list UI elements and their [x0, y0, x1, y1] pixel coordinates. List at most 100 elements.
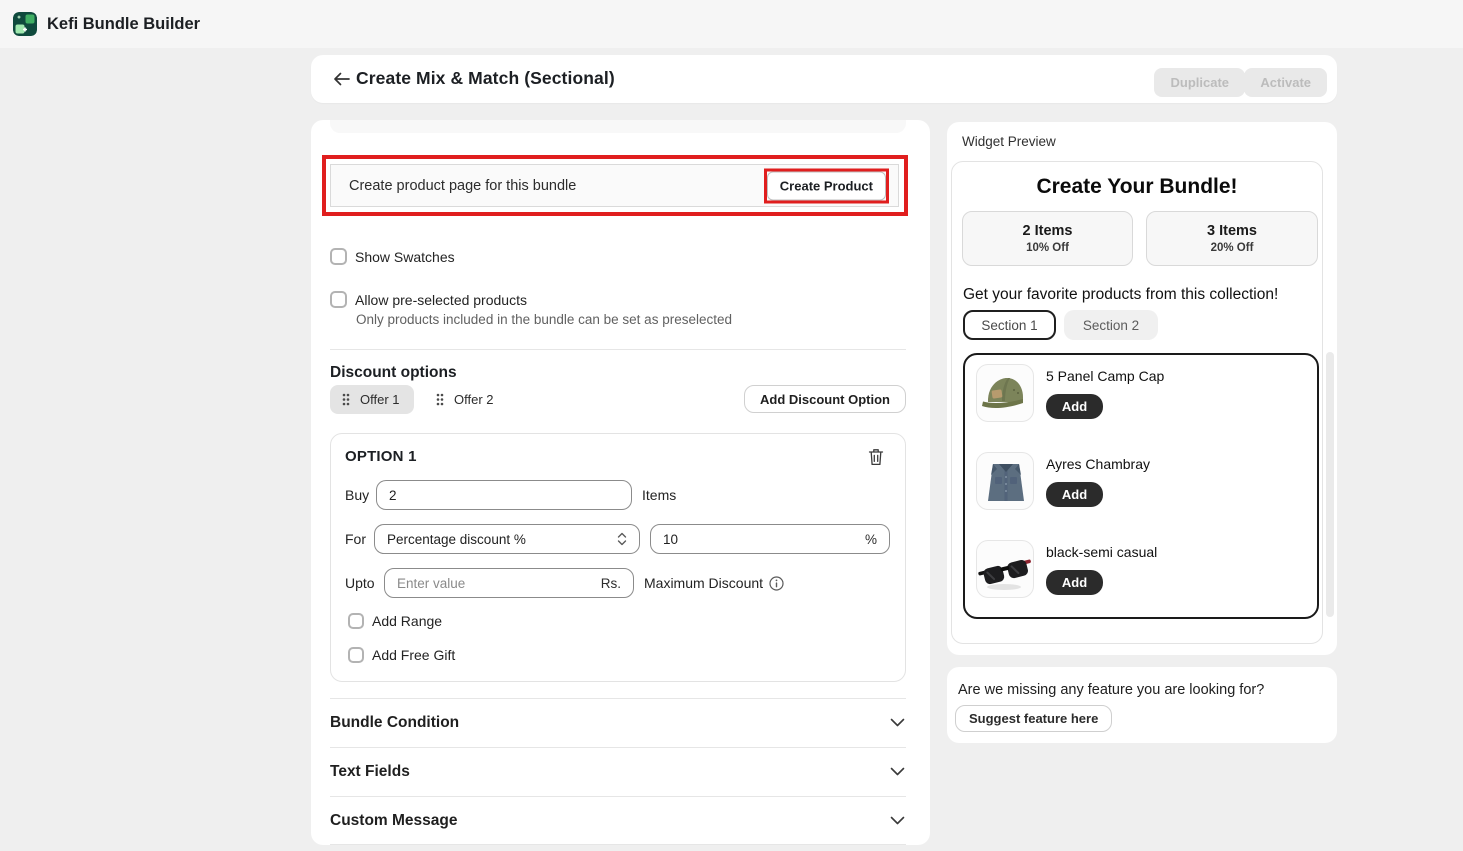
- discount-value-input[interactable]: [663, 532, 857, 547]
- option-1-title: OPTION 1: [345, 448, 417, 465]
- tier-2-discount: 10% Off: [1026, 242, 1069, 254]
- custom-message-label: Custom Message: [330, 812, 457, 830]
- add-discount-option-button[interactable]: Add Discount Option: [744, 385, 906, 413]
- maximum-discount-hint: Maximum Discount: [644, 575, 784, 591]
- back-button[interactable]: [328, 67, 354, 91]
- upto-label: Upto: [345, 575, 375, 591]
- trash-icon: [868, 448, 884, 466]
- show-swatches-label: Show Swatches: [355, 249, 455, 265]
- product-list: 5 Panel Camp Cap Add: [963, 353, 1319, 619]
- collection-subtitle: Get your favorite products from this col…: [963, 286, 1278, 304]
- suggest-feature-button[interactable]: Suggest feature here: [955, 705, 1112, 732]
- product-row-cap: 5 Panel Camp Cap Add: [965, 355, 1317, 443]
- product-row-chambray: Ayres Chambray Add: [965, 443, 1317, 531]
- product-name: black-semi casual: [1046, 544, 1157, 560]
- preview-scrollbar[interactable]: [1326, 352, 1334, 617]
- tier-2-items[interactable]: 2 Items 10% Off: [962, 211, 1133, 266]
- show-swatches-row: Show Swatches: [330, 248, 455, 265]
- add-free-gift-label: Add Free Gift: [372, 647, 455, 663]
- tier-3-items[interactable]: 3 Items 20% Off: [1146, 211, 1318, 266]
- bundle-condition-label: Bundle Condition: [330, 714, 459, 732]
- drag-handle-icon: [436, 393, 444, 406]
- currency-suffix: Rs.: [601, 576, 621, 591]
- arrow-left-icon: [333, 72, 350, 86]
- offer-2-label: Offer 2: [454, 392, 494, 407]
- discount-options-heading: Discount options: [330, 364, 457, 382]
- product-image-cap: [976, 364, 1034, 422]
- for-label: For: [345, 531, 366, 547]
- section-2-label: Section 2: [1083, 318, 1139, 333]
- offer-1-tab[interactable]: Offer 1: [330, 385, 414, 414]
- custom-message-accordion[interactable]: Custom Message: [311, 796, 930, 845]
- section-1-tab[interactable]: Section 1: [963, 310, 1056, 340]
- option-1-card: OPTION 1 Buy Items For Percentage discou…: [330, 433, 906, 682]
- scrolled-section-remnant: [330, 120, 906, 133]
- divider: [330, 844, 906, 845]
- widget-preview-frame: Create Your Bundle! 2 Items 10% Off 3 It…: [951, 161, 1323, 644]
- up-down-chevrons-icon: [617, 532, 627, 546]
- chevron-down-icon: [890, 767, 905, 776]
- tier-3-discount: 20% Off: [1211, 242, 1254, 254]
- max-discount-field: Rs.: [384, 568, 634, 598]
- create-product-banner-label: Create product page for this bundle: [349, 178, 576, 194]
- discount-type-select[interactable]: Percentage discount %: [374, 524, 640, 554]
- add-free-gift-row: Add Free Gift: [348, 647, 455, 663]
- add-free-gift-checkbox[interactable]: [348, 647, 364, 663]
- bundle-condition-accordion[interactable]: Bundle Condition: [311, 698, 930, 747]
- tier-2-title: 2 Items: [1023, 223, 1073, 239]
- buy-label: Buy: [345, 487, 369, 503]
- add-range-checkbox[interactable]: [348, 613, 364, 629]
- show-swatches-checkbox[interactable]: [330, 248, 347, 265]
- add-product-button[interactable]: Add: [1046, 394, 1103, 419]
- add-range-row: Add Range: [348, 613, 442, 629]
- percent-suffix: %: [865, 532, 877, 547]
- offer-1-label: Offer 1: [360, 392, 400, 407]
- top-bar: Kefi Bundle Builder: [0, 0, 1463, 48]
- create-product-banner: Create product page for this bundle Crea…: [330, 164, 899, 207]
- activate-button[interactable]: Activate: [1244, 68, 1327, 97]
- allow-preselected-help: Only products included in the bundle can…: [356, 312, 732, 327]
- app-logo-icon: [13, 12, 37, 36]
- bundle-settings-card: Create product page for this bundle Crea…: [311, 120, 930, 845]
- discount-value-field: %: [650, 524, 890, 554]
- create-product-button[interactable]: Create Product: [767, 171, 886, 200]
- create-product-annotation: Create product page for this bundle Crea…: [322, 155, 908, 216]
- chevron-down-icon: [890, 718, 905, 727]
- duplicate-button[interactable]: Duplicate: [1154, 68, 1245, 97]
- allow-preselected-row: Allow pre-selected products: [330, 291, 527, 308]
- add-range-label: Add Range: [372, 613, 442, 629]
- items-label: Items: [642, 487, 676, 503]
- add-product-button[interactable]: Add: [1046, 482, 1103, 507]
- product-image-sunglasses: [976, 540, 1034, 598]
- page-title: Create Mix & Match (Sectional): [356, 68, 615, 89]
- widget-preview-title: Widget Preview: [962, 134, 1056, 149]
- max-discount-input[interactable]: [397, 576, 593, 591]
- info-icon: [769, 576, 784, 591]
- text-fields-accordion[interactable]: Text Fields: [311, 747, 930, 796]
- feedback-card: Are we missing any feature you are looki…: [947, 667, 1337, 743]
- buy-quantity-field: [376, 480, 632, 510]
- product-row-sunglasses: black-semi casual Add: [965, 531, 1317, 619]
- text-fields-label: Text Fields: [330, 763, 410, 781]
- page-header: Create Mix & Match (Sectional) Duplicate…: [311, 55, 1337, 103]
- buy-quantity-input[interactable]: [389, 488, 619, 503]
- drag-handle-icon: [342, 393, 350, 406]
- allow-preselected-checkbox[interactable]: [330, 291, 347, 308]
- offer-2-tab[interactable]: Offer 2: [424, 385, 508, 414]
- tier-3-title: 3 Items: [1207, 223, 1257, 239]
- app-title: Kefi Bundle Builder: [47, 15, 200, 34]
- bundle-heading: Create Your Bundle!: [952, 175, 1322, 199]
- widget-preview-card: Widget Preview Create Your Bundle! 2 Ite…: [947, 122, 1337, 655]
- maximum-discount-label: Maximum Discount: [644, 575, 763, 591]
- product-name: 5 Panel Camp Cap: [1046, 368, 1164, 384]
- chevron-down-icon: [890, 816, 905, 825]
- section-2-tab[interactable]: Section 2: [1064, 310, 1158, 340]
- product-name: Ayres Chambray: [1046, 456, 1150, 472]
- delete-option-button[interactable]: [868, 447, 888, 467]
- feedback-question: Are we missing any feature you are looki…: [958, 682, 1264, 698]
- section-1-label: Section 1: [981, 318, 1037, 333]
- product-image-chambray: [976, 452, 1034, 510]
- add-product-button[interactable]: Add: [1046, 570, 1103, 595]
- discount-type-value: Percentage discount %: [387, 532, 609, 547]
- divider: [330, 349, 906, 350]
